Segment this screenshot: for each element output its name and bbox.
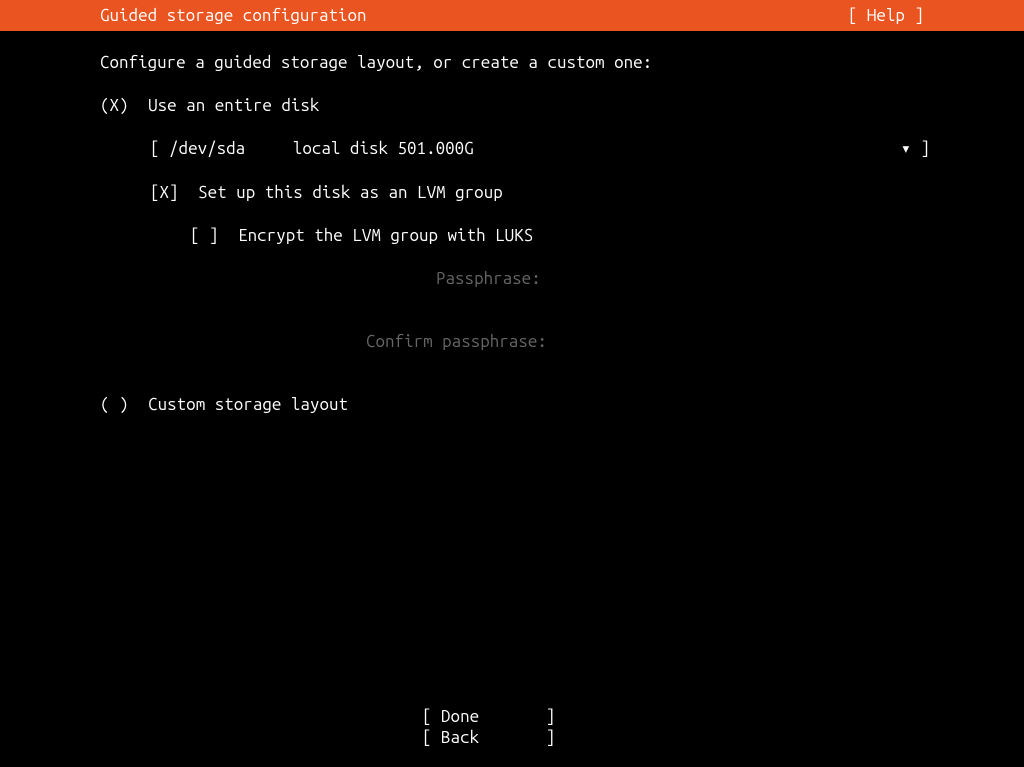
use-entire-disk-option[interactable]: (X) Use an entire disk xyxy=(100,96,924,115)
disk-select-value: [ /dev/sda local disk 501.000G xyxy=(150,139,474,159)
help-button[interactable]: [ Help ] xyxy=(848,6,924,25)
encrypt-checkbox[interactable]: [ ] Encrypt the LVM group with LUKS xyxy=(190,226,924,245)
radio-label-custom: Custom storage layout xyxy=(148,395,348,414)
page-title: Guided storage configuration xyxy=(100,6,367,25)
confirm-passphrase-label: Confirm passphrase: xyxy=(100,332,924,351)
chevron-down-icon: ▾ ] xyxy=(901,139,930,159)
checkbox-label-lvm: Set up this disk as an LVM group xyxy=(198,183,503,202)
checkbox-label-encrypt: Encrypt the LVM group with LUKS xyxy=(238,226,533,245)
instruction-text: Configure a guided storage layout, or cr… xyxy=(100,53,924,72)
checkbox-mark-lvm: [X] xyxy=(150,183,179,202)
header-bar: Guided storage configuration [ Help ] xyxy=(0,0,1024,31)
radio-mark-entire-disk: (X) xyxy=(100,96,129,115)
radio-label-entire-disk: Use an entire disk xyxy=(148,96,319,115)
back-button[interactable]: [ Back ] xyxy=(422,728,602,747)
content-area: Configure a guided storage layout, or cr… xyxy=(0,31,1024,414)
done-button[interactable]: [ Done ] xyxy=(422,707,602,726)
custom-storage-option[interactable]: ( ) Custom storage layout xyxy=(100,395,924,414)
radio-mark-custom: ( ) xyxy=(100,395,129,414)
disk-select-dropdown[interactable]: [ /dev/sda local disk 501.000G ▾ ] xyxy=(150,139,930,159)
footer-buttons: [ Done ] [ Back ] xyxy=(0,707,1024,749)
passphrase-label: Passphrase: xyxy=(100,269,924,288)
lvm-checkbox[interactable]: [X] Set up this disk as an LVM group xyxy=(150,183,924,202)
checkbox-mark-encrypt: [ ] xyxy=(190,226,219,245)
